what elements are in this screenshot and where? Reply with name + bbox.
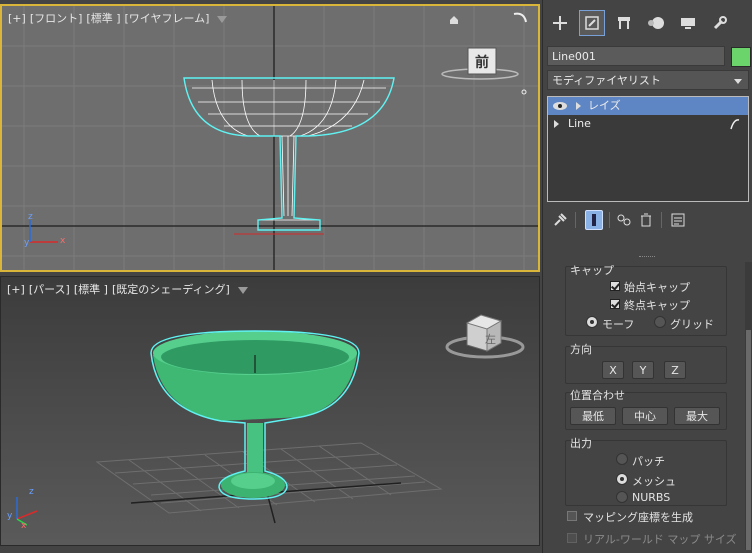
- end-cap-label: 終点キャップ: [624, 299, 690, 312]
- expand-icon[interactable]: [576, 102, 581, 110]
- mesh-label: メッシュ: [632, 475, 676, 488]
- stack-item-line[interactable]: Line: [548, 115, 748, 133]
- grid-radio[interactable]: [654, 316, 666, 328]
- view-name[interactable]: [パース]: [29, 283, 70, 296]
- gen-mapping-checkbox[interactable]: [567, 511, 577, 521]
- align-center-button[interactable]: 中心: [622, 407, 668, 425]
- direction-y-button[interactable]: Y: [632, 361, 654, 379]
- axis-z-label: z: [28, 212, 33, 222]
- start-cap-checkbox[interactable]: [610, 281, 620, 291]
- view-mode[interactable]: [標準 ]: [86, 12, 120, 25]
- output-group: 出力 パッチ メッシュ NURBS: [565, 437, 727, 506]
- front-viewport-canvas: [2, 6, 538, 270]
- viewport-menu[interactable]: [+]: [7, 283, 25, 296]
- perspective-viewport-canvas: [16, 314, 525, 526]
- align-min-button[interactable]: 最低: [570, 407, 616, 425]
- start-cap-label: 始点キャップ: [624, 281, 690, 294]
- goblet-wireframe: [183, 77, 395, 231]
- object-color-swatch[interactable]: [731, 47, 751, 67]
- shading-mode[interactable]: [既定のシェーディング]: [112, 283, 230, 296]
- nurbs-label: NURBS: [632, 491, 671, 504]
- hierarchy-icon[interactable]: [611, 10, 637, 36]
- stack-item-label: Line: [568, 117, 591, 130]
- view-mode[interactable]: [標準 ]: [74, 283, 108, 296]
- align-title: 位置合わせ: [570, 389, 625, 402]
- command-panel: Line001 モディファイヤリスト レイズ Line キャップ 始点キャップ …: [542, 0, 752, 553]
- direction-z-button[interactable]: Z: [664, 361, 686, 379]
- real-world-label: リアル-ワールド マップ サイズ: [583, 533, 737, 546]
- modifier-list-label: モディファイヤリスト: [552, 74, 661, 87]
- spline-icon: [730, 119, 740, 130]
- pin-stack-icon[interactable]: [551, 210, 569, 230]
- view-name[interactable]: [フロント]: [30, 12, 83, 25]
- shading-mode[interactable]: [ワイヤフレーム]: [125, 12, 210, 25]
- output-title: 出力: [570, 437, 592, 450]
- object-name-field[interactable]: Line001: [547, 46, 725, 66]
- direction-title: 方向: [570, 343, 592, 356]
- expand-icon[interactable]: [554, 120, 559, 128]
- stack-toolbar: [549, 208, 749, 232]
- command-panel-tabs: [543, 6, 752, 42]
- axis-x-label: x: [21, 521, 27, 531]
- stack-item-lathe[interactable]: レイズ: [548, 97, 748, 115]
- panel-scroll-thumb[interactable]: [746, 330, 751, 550]
- end-cap-checkbox[interactable]: [610, 299, 620, 309]
- viewcube-face-label[interactable]: 左: [485, 331, 496, 347]
- perspective-viewport[interactable]: [+] [パース] [標準 ] [既定のシェーディング] 左 z y x: [0, 276, 540, 546]
- eye-icon[interactable]: [553, 102, 567, 110]
- axis-y-label: y: [24, 238, 30, 248]
- grid-label: グリッド: [670, 318, 714, 331]
- front-viewport-label[interactable]: [+] [フロント] [標準 ] [ワイヤフレーム]: [8, 10, 231, 26]
- show-end-result-icon[interactable]: [585, 210, 603, 230]
- trash-icon[interactable]: [637, 210, 655, 230]
- display-icon[interactable]: [675, 10, 701, 36]
- home-icon: [450, 16, 458, 24]
- modifier-list-dropdown[interactable]: モディファイヤリスト: [547, 70, 749, 90]
- axis-x-label: x: [60, 236, 66, 246]
- create-icon[interactable]: [547, 10, 573, 36]
- panel-divider[interactable]: [639, 256, 655, 259]
- caps-group: キャップ 始点キャップ 終点キャップ モーフ グリッド: [565, 264, 727, 336]
- caps-title: キャップ: [570, 264, 614, 277]
- modify-icon[interactable]: [579, 10, 605, 36]
- axis-y-label: y: [7, 511, 13, 521]
- make-unique-icon[interactable]: [615, 210, 633, 230]
- align-group: 位置合わせ 最低 中心 最大: [565, 389, 727, 430]
- axis-z-label: z: [29, 487, 34, 497]
- stack-item-label: レイズ: [588, 99, 621, 112]
- motion-icon[interactable]: [643, 10, 669, 36]
- morph-radio[interactable]: [586, 316, 598, 328]
- real-world-checkbox[interactable]: [567, 533, 577, 543]
- chevron-down-icon: [734, 79, 742, 84]
- viewport-menu[interactable]: [+]: [8, 12, 26, 25]
- front-viewport[interactable]: [+] [フロント] [標準 ] [ワイヤフレーム] 前 z y x: [0, 4, 540, 272]
- utilities-icon[interactable]: [707, 10, 733, 36]
- modifier-stack: レイズ Line: [547, 96, 749, 202]
- direction-group: 方向 X Y Z: [565, 343, 727, 384]
- filter-icon[interactable]: [217, 15, 228, 23]
- morph-label: モーフ: [602, 318, 635, 331]
- configure-sets-icon[interactable]: [669, 210, 687, 230]
- patch-label: パッチ: [632, 455, 665, 468]
- filter-icon[interactable]: [237, 286, 248, 294]
- persp-viewport-label[interactable]: [+] [パース] [標準 ] [既定のシェーディング]: [7, 281, 252, 297]
- gen-mapping-label: マッピング座標を生成: [583, 511, 693, 524]
- align-max-button[interactable]: 最大: [674, 407, 720, 425]
- patch-radio[interactable]: [616, 453, 628, 465]
- nurbs-radio[interactable]: [616, 491, 628, 503]
- mesh-radio[interactable]: [616, 473, 628, 485]
- viewcube-face-label[interactable]: 前: [468, 52, 496, 72]
- direction-x-button[interactable]: X: [602, 361, 624, 379]
